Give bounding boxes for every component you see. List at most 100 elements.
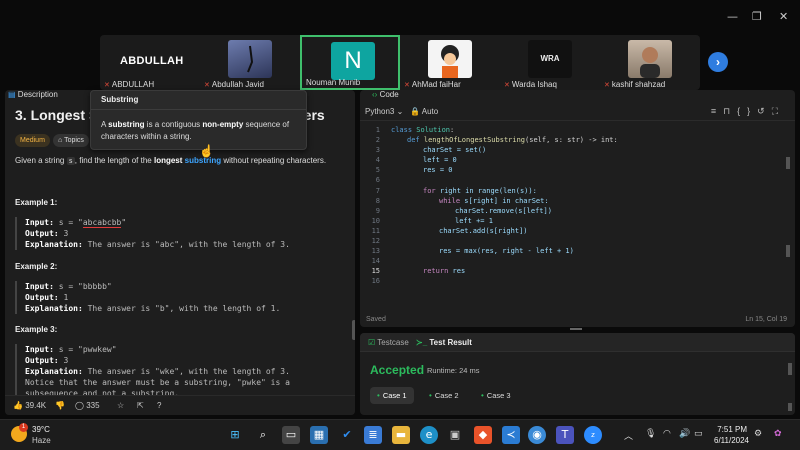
file-explorer-icon[interactable]: ▬ xyxy=(392,426,410,444)
restore-icon[interactable]: ❐ xyxy=(752,10,762,23)
thumbs-down-icon: 👎 xyxy=(55,401,65,410)
tab-test-result[interactable]: ≻_ Test Result xyxy=(416,338,472,347)
example-block: Input: s = "abcabcbb" Output: 3 Explanat… xyxy=(15,217,290,250)
photos-icon[interactable]: ▣ xyxy=(446,426,464,444)
favorite-button[interactable]: ☆ xyxy=(117,401,124,410)
widgets-icon[interactable]: ▦ xyxy=(310,426,328,444)
code-line: 5 res = 0 xyxy=(375,166,453,175)
tab-testcase[interactable]: ☑ Testcase xyxy=(368,338,409,347)
weather-condition[interactable]: Haze xyxy=(32,436,51,445)
code-line: 7 for right in range(len(s)): xyxy=(375,186,537,195)
reset-icon[interactable]: ↺ xyxy=(757,106,772,116)
code-editor[interactable]: 1 class Solution: 2 def lengthOfLongestSub… xyxy=(360,125,790,287)
mic-off-icon: ✕ xyxy=(404,82,410,89)
participant-name: ✕ Warda Ishaq xyxy=(504,80,557,89)
mic-off-icon: ✕ xyxy=(504,82,510,89)
case-tab[interactable]: • Case 1 xyxy=(370,387,414,404)
comments-button[interactable]: ◯ 335 xyxy=(75,401,100,410)
tab-description[interactable]: ▤ Description xyxy=(8,90,58,99)
underlined-input: abcabcbb xyxy=(82,218,122,228)
expand-icon[interactable]: ⛶ xyxy=(772,106,785,116)
participant-tile[interactable]: ABDULLAH ✕ ABDULLAH xyxy=(100,35,200,90)
description-icon: ▤ xyxy=(8,90,16,99)
scrollbar-thumb[interactable] xyxy=(786,157,790,169)
close-icon[interactable]: ✕ xyxy=(779,10,788,23)
code-line: 13 res = max(res, right - left + 1) xyxy=(371,247,574,256)
example-heading: Example 3: xyxy=(15,325,58,334)
person-avatar-icon xyxy=(640,47,660,78)
tab-code[interactable]: ‹› Code xyxy=(372,90,399,99)
brave-icon[interactable]: ◆ xyxy=(474,426,492,444)
code-line: 11 charSet.add(s[right]) xyxy=(371,226,528,235)
like-button[interactable]: 👍 39.4K xyxy=(13,401,46,410)
copilot-icon[interactable]: ✿ xyxy=(774,429,782,439)
panel-resize-handle[interactable] xyxy=(570,328,582,330)
topics-button[interactable]: ⌂ Topics xyxy=(53,134,89,147)
test-panel: ☑ Testcase ≻_ Test Result Accepted Runti… xyxy=(360,333,795,415)
auto-mode-toggle[interactable]: 🔒 Auto xyxy=(410,107,438,116)
bookmark-icon[interactable]: ⊓ xyxy=(723,106,737,116)
chevron-up-icon[interactable]: ︿ xyxy=(624,429,633,442)
tooltip-divider xyxy=(91,109,306,110)
code-line: 2 def lengthOfLongestSubstring(self, s: s… xyxy=(375,136,618,145)
language-select[interactable]: Python3 ⌄ xyxy=(365,107,403,116)
scrollbar-thumb[interactable] xyxy=(786,245,790,257)
participant-tile[interactable]: ✕ AhMad faiHar xyxy=(400,35,500,90)
scrollbar-thumb[interactable] xyxy=(788,403,792,411)
scrollbar-thumb[interactable] xyxy=(788,363,792,375)
code-panel: ‹› Code Python3 ⌄ 🔒 Auto ≡⊓{}↺⛶ 1 class S… xyxy=(360,90,795,327)
zoom-icon[interactable]: z xyxy=(584,426,602,444)
todo-icon[interactable]: ✔ xyxy=(338,426,356,444)
cartoon-avatar-icon xyxy=(441,45,459,78)
terminal-icon: ≻_ xyxy=(416,338,428,347)
participant-name: ✕ Abdullah Javid xyxy=(204,80,264,89)
wifi-icon[interactable]: ◠ xyxy=(663,429,671,439)
panel-resize-handle[interactable] xyxy=(352,320,355,340)
editor-divider xyxy=(360,120,795,121)
participant-tile-active[interactable]: N Nouman Munib xyxy=(300,35,400,90)
clock-time[interactable]: 7:51 PM xyxy=(709,425,747,434)
edge-icon[interactable]: e xyxy=(420,426,438,444)
difficulty-badge: Medium xyxy=(15,134,50,147)
teams-icon[interactable]: T xyxy=(556,426,574,444)
taskbar: 1 39°C Haze ⊞ ⌕ ▭ ▦ ✔ ≣ ▬ e ▣ ◆ ≺ ◉ T z … xyxy=(0,419,800,450)
start-icon[interactable]: ⊞ xyxy=(226,426,244,444)
clock-date[interactable]: 6/11/2024 xyxy=(705,436,749,445)
save-status: Saved xyxy=(366,316,386,323)
code-line: 8 while s[right] in charSet: xyxy=(375,196,549,205)
format-icon[interactable]: ≡ xyxy=(711,106,723,116)
vscode-icon[interactable]: ≺ xyxy=(502,426,520,444)
participant-tile[interactable]: ✕ Abdullah Javid xyxy=(200,35,300,90)
scrollbar[interactable] xyxy=(348,90,353,395)
battery-icon[interactable]: ▭ xyxy=(694,429,703,439)
notepad-icon[interactable]: ≣ xyxy=(364,426,382,444)
volume-icon[interactable]: 🔊 xyxy=(679,429,690,439)
mic-off-icon: ✕ xyxy=(104,82,110,89)
participant-tile[interactable]: ✕ kashif shahzad xyxy=(600,35,700,90)
runtime-label: Runtime: 24 ms xyxy=(427,366,480,375)
case-tab[interactable]: • Case 2 xyxy=(422,387,466,404)
minimize-icon[interactable]: — xyxy=(727,10,738,23)
temperature[interactable]: 39°C xyxy=(32,425,50,434)
code-line: 12 xyxy=(371,237,380,246)
participant-tile[interactable]: WRA ✕ Warda Ishaq xyxy=(500,35,600,90)
example-heading: Example 1: xyxy=(15,198,58,207)
settings-icon[interactable]: ⚙ xyxy=(754,429,762,439)
dislike-button[interactable]: 👎 xyxy=(55,401,65,410)
avatar-initial: N xyxy=(331,42,375,80)
avatar-image-icon xyxy=(247,45,254,73)
chrome-icon[interactable]: ◉ xyxy=(528,426,546,444)
microphone-icon[interactable]: 🎙 xyxy=(645,429,656,439)
share-button[interactable]: ⇱ xyxy=(137,401,144,410)
task-view-icon[interactable]: ▭ xyxy=(282,426,300,444)
problem-title: 3. Longest S xyxy=(15,107,99,123)
search-icon[interactable]: ⌕ xyxy=(254,426,272,444)
help-button[interactable]: ? xyxy=(157,401,161,410)
avatar xyxy=(428,40,472,78)
case-tab[interactable]: • Case 3 xyxy=(474,387,518,404)
participant-name: ✕ ABDULLAH xyxy=(104,80,155,89)
thumbs-up-icon: 👍 xyxy=(13,401,23,410)
braces-icon[interactable]: {} xyxy=(737,106,757,116)
code-line: 3 charSet = set() xyxy=(375,146,487,155)
next-participants-button[interactable]: › xyxy=(708,52,728,72)
